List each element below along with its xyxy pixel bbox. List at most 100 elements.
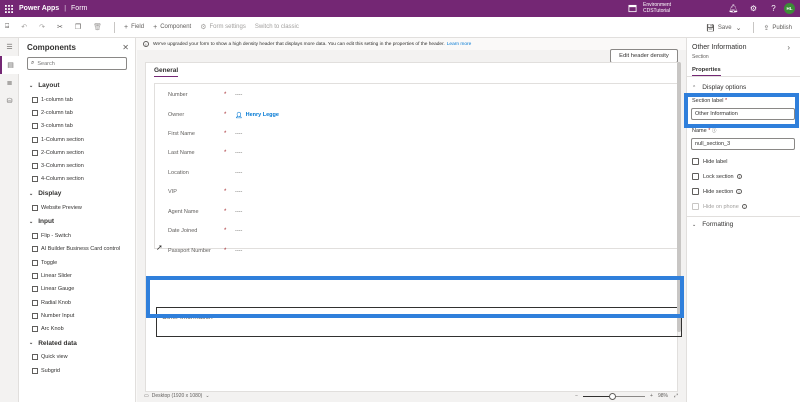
field-value: ---- — [235, 150, 243, 156]
search-box[interactable]: ⌕ — [27, 57, 127, 70]
chevron-right-icon[interactable]: › — [787, 43, 790, 52]
field-value: ---- — [235, 92, 243, 98]
zoom-slider[interactable] — [583, 392, 646, 400]
lookup-value[interactable]: 👤︎ Henry Legge — [235, 112, 279, 119]
undo-icon[interactable]: ↶ — [21, 23, 30, 31]
publish-icon: ⇪ — [763, 24, 770, 32]
component-item[interactable]: Linear Gauge — [19, 283, 136, 296]
hamburger-icon[interactable]: ☰ — [0, 38, 19, 56]
cut-icon[interactable]: ✂ — [57, 23, 66, 31]
component-item[interactable]: Radial Knob — [19, 296, 136, 309]
chevron-down-icon: ⌄ — [29, 82, 34, 89]
edit-header-density-button[interactable]: Edit header density — [610, 49, 678, 63]
waffle-icon[interactable] — [0, 0, 17, 17]
delete-icon[interactable]: 🗑︎ — [93, 23, 105, 31]
component-item[interactable]: 2-Column section — [19, 146, 136, 159]
component-item[interactable]: 1-column tab — [19, 93, 136, 106]
form-field-row[interactable]: Number * ---- — [168, 89, 242, 101]
required-marker: * — [224, 131, 227, 137]
component-group-header[interactable]: ⌄ Related data — [19, 336, 136, 351]
component-icon — [32, 299, 38, 306]
component-item[interactable]: Subgrid — [19, 364, 136, 377]
hide-on-phone-checkbox[interactable]: Hide on phone i — [692, 202, 748, 211]
tab-general[interactable]: General — [154, 67, 179, 77]
save-button[interactable]: 💾︎ Save — [706, 24, 732, 32]
component-group-header[interactable]: ⌄ Input — [19, 214, 136, 229]
component-item[interactable]: Number Input — [19, 309, 136, 322]
component-item[interactable]: Flip - Switch — [19, 229, 136, 242]
name-input[interactable] — [691, 138, 795, 150]
component-icon — [32, 136, 38, 143]
canvas-footer: ▭ Desktop (1920 x 1080) ⌄ − + 98% ⤢ — [137, 390, 686, 402]
form-field-row[interactable]: Agent Name * ---- — [168, 206, 242, 218]
form-settings-button[interactable]: ⚙ Form settings — [200, 23, 246, 31]
component-item[interactable]: Linear Slider — [19, 269, 136, 282]
field-value: ---- — [235, 170, 243, 176]
zoom-in-icon[interactable]: + — [650, 393, 653, 399]
form-field-row[interactable]: Last Name * ---- — [168, 147, 242, 159]
component-group-header[interactable]: ⌄ Layout — [19, 78, 136, 93]
save-dropdown-chevron-icon[interactable]: ⌄ — [736, 24, 745, 32]
component-icon — [32, 354, 38, 361]
formatting-header[interactable]: ⌄ Formatting — [692, 221, 733, 228]
component-item[interactable]: Toggle — [19, 256, 136, 269]
zoom-knob[interactable] — [608, 392, 616, 400]
learn-more-link[interactable]: Learn more — [447, 42, 472, 47]
checkbox-box — [692, 158, 699, 165]
environment-picker[interactable]: Environment CDSTutorial — [628, 2, 671, 14]
hide-label-checkbox[interactable]: Hide label — [692, 157, 727, 166]
field-button[interactable]: + Field — [124, 24, 144, 31]
component-button[interactable]: + Component — [153, 24, 191, 31]
name-label: Name * ⓘ — [692, 128, 717, 134]
hide-section-checkbox[interactable]: Hide section i — [692, 187, 742, 196]
component-icon — [32, 149, 38, 156]
chevron-down-icon: ⌄ — [205, 393, 210, 399]
gear-icon[interactable]: ⚙ — [748, 3, 759, 14]
fit-icon[interactable]: ⤢ — [674, 393, 678, 399]
component-item[interactable]: 2-column tab — [19, 106, 136, 119]
tree-view-icon[interactable]: ≣ — [0, 74, 19, 92]
display-options-header[interactable]: ⌃ Display options — [692, 84, 746, 91]
settings-icon: ⚙ — [200, 24, 207, 31]
component-item[interactable]: Quick view — [19, 351, 136, 364]
help-icon[interactable]: ? — [768, 3, 779, 14]
chevron-down-icon: ⌄ — [29, 190, 34, 197]
components-icon[interactable]: ▤ — [0, 56, 19, 74]
device-selector[interactable]: ▭ Desktop (1920 x 1080) ⌄ — [144, 393, 210, 399]
tab-properties[interactable]: Properties — [692, 67, 721, 76]
switch-to-classic-button[interactable]: Switch to classic — [255, 24, 299, 30]
lock-section-checkbox[interactable]: Lock section i — [692, 172, 743, 181]
form-field-row[interactable]: Owner * 👤︎ Henry Legge — [168, 109, 279, 121]
save-icon: 💾︎ — [705, 24, 715, 32]
avatar[interactable]: HL — [784, 3, 795, 14]
form-field-row[interactable]: Date Joined * ---- — [168, 225, 242, 237]
back-icon[interactable]: ⍈ — [5, 23, 12, 31]
divider — [687, 76, 800, 77]
publish-button[interactable]: ⇪ Publish — [763, 24, 792, 32]
search-input[interactable] — [37, 60, 118, 67]
chevron-down-icon: ⌄ — [692, 221, 697, 228]
page-title: Form — [71, 5, 88, 12]
close-icon[interactable]: ✕ — [122, 43, 129, 52]
form-field-row[interactable]: Location ---- — [168, 167, 242, 179]
zoom-out-icon[interactable]: − — [575, 393, 578, 399]
component-icon — [32, 312, 38, 319]
component-item[interactable]: Website Preview — [19, 201, 136, 214]
component-item[interactable]: 1-Column section — [19, 133, 136, 146]
form-field-row[interactable]: First Name * ---- — [168, 128, 242, 140]
component-item[interactable]: Arc Knob — [19, 322, 136, 335]
component-item[interactable]: 3-column tab — [19, 120, 136, 133]
redo-icon[interactable]: ↷ — [39, 23, 48, 31]
component-item[interactable]: 4-Column section — [19, 173, 136, 186]
field-value: ---- — [235, 209, 243, 215]
app-brand[interactable]: Power Apps — [19, 5, 59, 12]
form-field-row[interactable]: VIP * ---- — [168, 186, 242, 198]
copy-icon[interactable]: ❐ — [75, 23, 84, 31]
form-field-row[interactable]: Passport Number * ---- — [168, 245, 242, 257]
component-item[interactable]: AI Builder Business Card control — [19, 243, 136, 256]
data-icon[interactable]: ⛁ — [0, 92, 19, 110]
general-section[interactable]: Number * ---- Owner * 👤︎ Henry Legge First Name… — [154, 83, 678, 254]
component-group-header[interactable]: ⌄ Display — [19, 186, 136, 201]
component-item[interactable]: 3-Column section — [19, 159, 136, 172]
bell-icon[interactable]: 🔔︎ — [728, 3, 739, 14]
